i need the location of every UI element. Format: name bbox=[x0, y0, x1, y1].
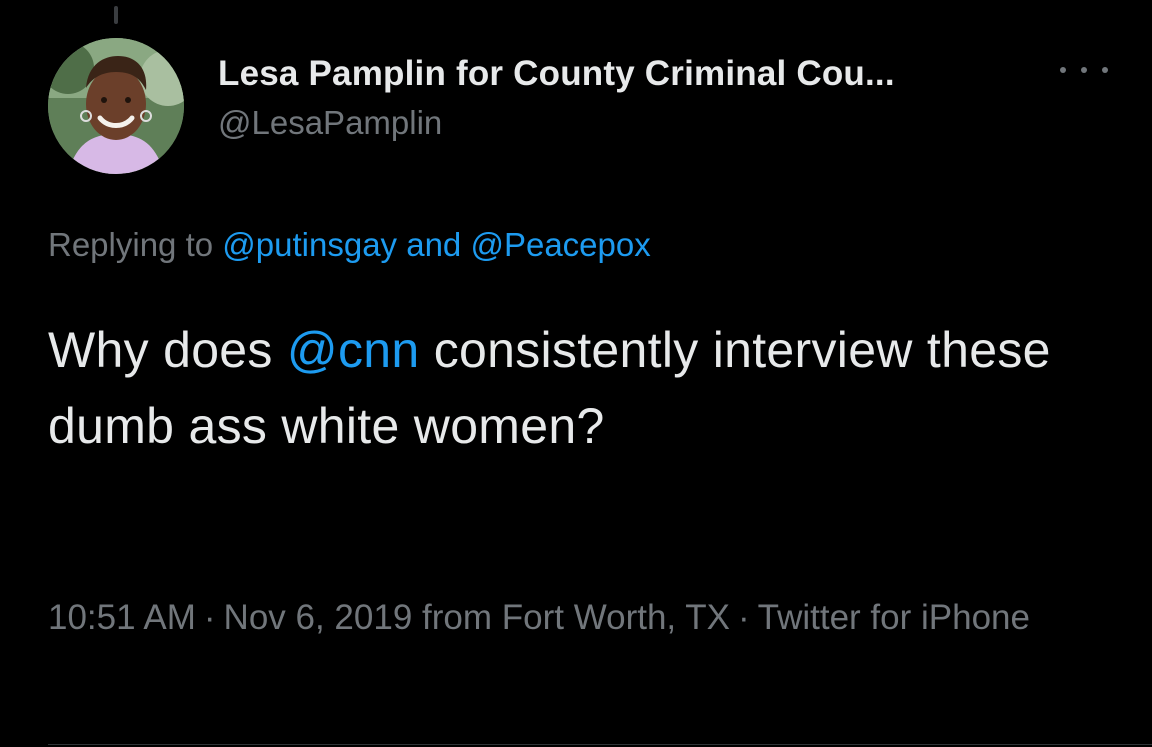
more-horizontal-icon-dot bbox=[1102, 67, 1108, 73]
replying-to-line: Replying to @putinsgay and @Peacepox bbox=[48, 226, 651, 264]
tweet-text-part-1: Why does bbox=[48, 322, 273, 378]
more-options-button[interactable] bbox=[1060, 60, 1108, 80]
tweet-metadata: 10:51 AM · Nov 6, 2019 from Fort Worth, TX… bbox=[48, 590, 1108, 646]
tweet-body: Why does @cnn consistently interview the… bbox=[48, 312, 1108, 464]
tweet-location: from Fort Worth, TX bbox=[422, 598, 730, 637]
tweet-time[interactable]: 10:51 AM bbox=[48, 598, 196, 637]
mention-link-cnn[interactable]: @cnn bbox=[287, 322, 420, 378]
more-horizontal-icon bbox=[1060, 67, 1066, 73]
mention-link-putinsgay[interactable]: @putinsgay bbox=[222, 226, 397, 263]
profile-photo-icon bbox=[48, 38, 184, 174]
author-names: Lesa Pamplin for County Criminal Cou... … bbox=[218, 54, 895, 142]
thread-connector-line bbox=[114, 6, 118, 24]
more-horizontal-icon-dot bbox=[1081, 67, 1087, 73]
author-display-name[interactable]: Lesa Pamplin for County Criminal Cou... bbox=[218, 54, 895, 94]
tweet-source-link[interactable]: Twitter for iPhone bbox=[758, 598, 1030, 637]
mention-link-peacepox[interactable]: @Peacepox bbox=[470, 226, 650, 263]
divider bbox=[48, 744, 1152, 745]
tweet-header: Lesa Pamplin for County Criminal Cou... … bbox=[48, 38, 1108, 174]
author-handle[interactable]: @LesaPamplin bbox=[218, 104, 895, 142]
tweet-date[interactable]: Nov 6, 2019 bbox=[224, 598, 413, 637]
meta-separator: · bbox=[737, 598, 750, 637]
avatar[interactable] bbox=[48, 38, 184, 174]
replying-prefix: Replying to bbox=[48, 226, 214, 263]
meta-separator: · bbox=[203, 598, 216, 637]
replying-conjunction: and bbox=[406, 226, 462, 263]
